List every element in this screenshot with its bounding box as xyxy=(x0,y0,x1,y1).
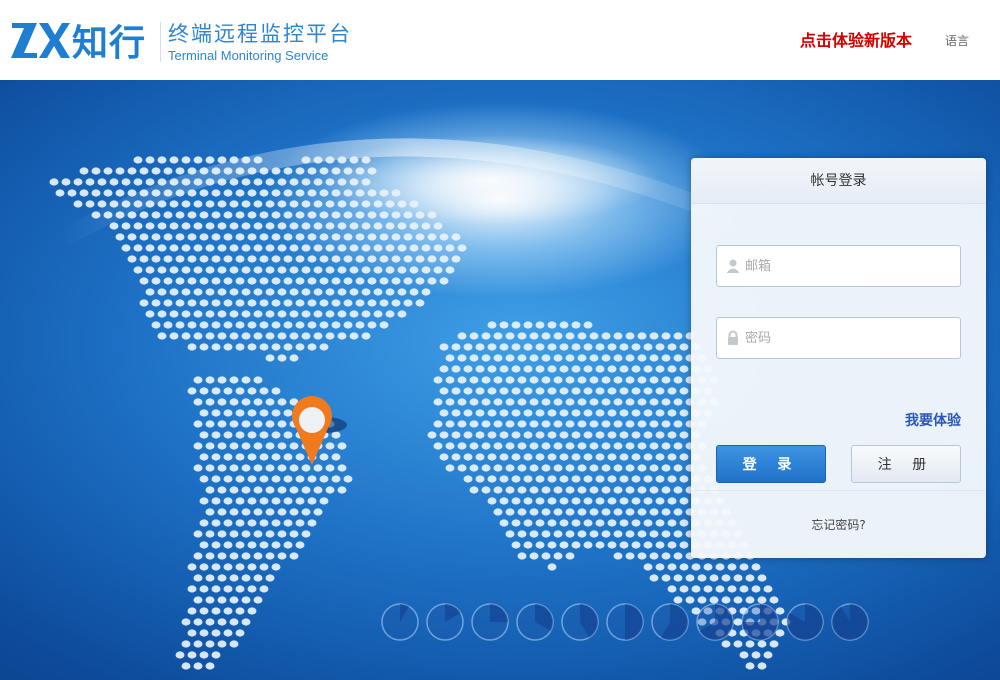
user-icon xyxy=(726,259,740,273)
login-panel: 帐号登录 我要体验 登 录 注 册 忘记密码? xyxy=(691,158,986,558)
email-field[interactable] xyxy=(716,245,961,287)
logo-brand-name: 知行 xyxy=(72,23,147,64)
zx-logo-icon xyxy=(11,23,70,58)
header: 知行 终端远程监控平台 Terminal Monitoring Service … xyxy=(0,0,1000,80)
lock-icon xyxy=(728,330,738,345)
login-button[interactable]: 登 录 xyxy=(716,445,826,483)
login-panel-title: 帐号登录 xyxy=(691,158,986,204)
try-new-version-link[interactable]: 点击体验新版本 xyxy=(800,27,912,51)
platform-subtitle: Terminal Monitoring Service xyxy=(168,48,329,63)
email-input[interactable] xyxy=(745,246,955,286)
language-link[interactable]: 语言 xyxy=(945,32,969,49)
register-button[interactable]: 注 册 xyxy=(851,445,961,483)
try-it-link[interactable]: 我要体验 xyxy=(905,410,961,430)
password-input[interactable] xyxy=(745,318,955,358)
logo-divider xyxy=(160,22,161,62)
forgot-password-link[interactable]: 忘记密码? xyxy=(691,516,986,533)
platform-title: 终端远程监控平台 xyxy=(168,22,352,46)
password-field[interactable] xyxy=(716,317,961,359)
